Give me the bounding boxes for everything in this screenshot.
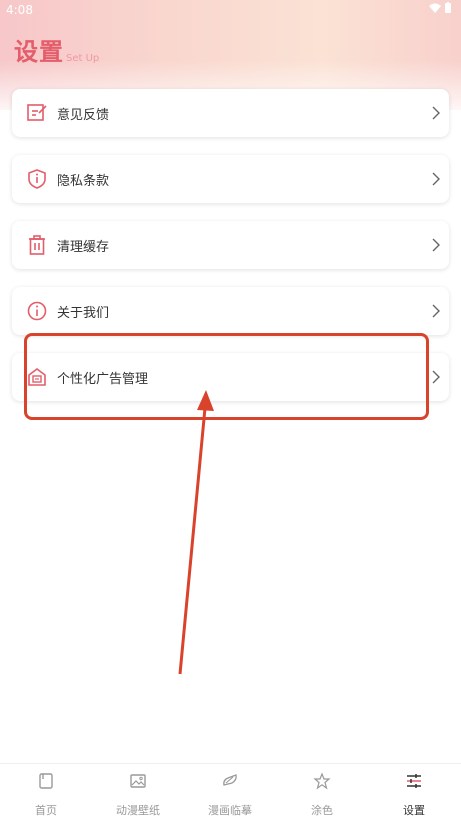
page-title: 设置: [14, 38, 64, 66]
page-title-group: 设置 Set Up: [14, 32, 99, 67]
status-time: 4:08: [6, 3, 33, 17]
chevron-right-icon: [432, 172, 440, 186]
menu-item-feedback[interactable]: 意见反馈: [12, 89, 449, 137]
nav-label: 设置: [403, 804, 425, 817]
nav-label: 涂色: [311, 804, 333, 817]
home-icon: [39, 773, 53, 789]
menu-item-clear-cache[interactable]: 清理缓存: [12, 221, 449, 269]
chevron-right-icon: [432, 238, 440, 252]
nav-item-settings[interactable]: 设置: [368, 764, 460, 822]
menu-item-privacy[interactable]: 隐私条款: [12, 155, 449, 203]
star-icon: [313, 772, 331, 790]
nav-label: 动漫壁纸: [116, 804, 160, 817]
brush-icon: [223, 774, 237, 786]
menu-item-label: 意见反馈: [57, 108, 110, 123]
trash-icon: [29, 235, 45, 255]
menu-item-about[interactable]: 关于我们: [12, 287, 449, 335]
nav-item-coloring[interactable]: 涂色: [276, 764, 368, 822]
menu-item-label: 清理缓存: [57, 240, 110, 255]
edit-icon: [27, 104, 47, 121]
image-icon: [130, 774, 146, 788]
nav-item-home[interactable]: 首页: [0, 764, 92, 822]
annotation-highlight-box: [24, 333, 429, 420]
wifi-icon: [429, 3, 441, 13]
status-bar: 4:08: [0, 0, 461, 20]
nav-item-wallpaper[interactable]: 动漫壁纸: [92, 764, 184, 822]
bottom-navigation: 首页 动漫壁纸 漫画临摹 涂色 设置: [0, 763, 461, 822]
nav-item-comic-copy[interactable]: 漫画临摹: [184, 764, 276, 822]
info-icon: [27, 301, 47, 321]
menu-item-label: 关于我们: [57, 306, 110, 321]
page-subtitle: Set Up: [66, 53, 100, 64]
chevron-right-icon: [432, 370, 440, 384]
menu-item-label: 隐私条款: [57, 174, 110, 189]
battery-icon: [445, 2, 451, 13]
settings-icon: [407, 774, 421, 788]
nav-label: 漫画临摹: [208, 804, 252, 817]
status-icons: [429, 2, 451, 13]
chevron-right-icon: [432, 106, 440, 120]
chevron-right-icon: [432, 304, 440, 318]
shield-icon: [28, 169, 46, 189]
nav-label: 首页: [35, 804, 57, 817]
